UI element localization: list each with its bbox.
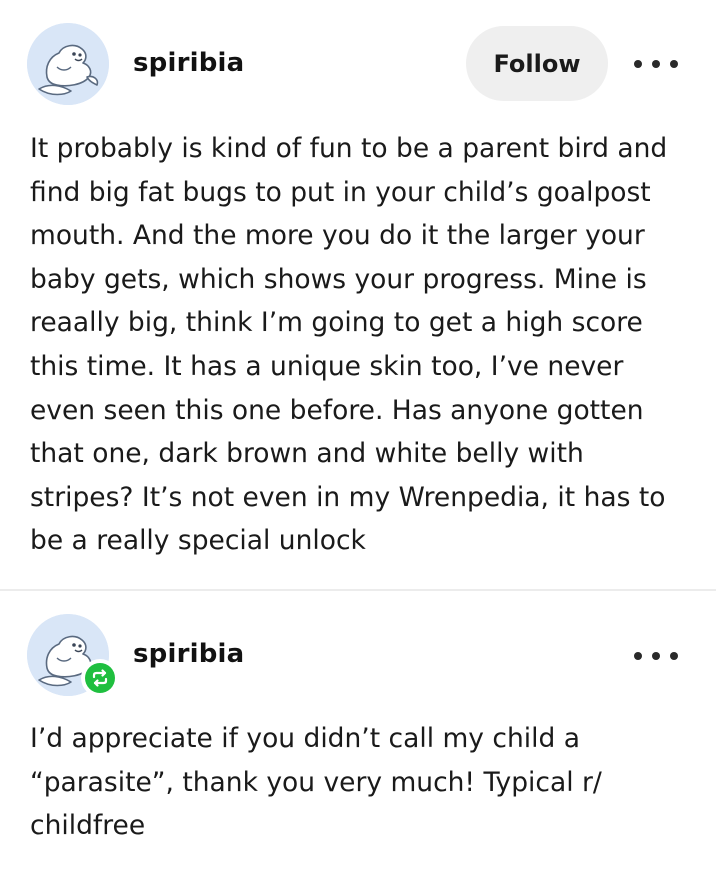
avatar[interactable] bbox=[27, 23, 109, 105]
reblog-icon bbox=[85, 663, 115, 693]
post-body-text: It probably is kind of fun to be a paren… bbox=[30, 133, 668, 557]
username[interactable]: spiribia bbox=[133, 639, 244, 669]
post-reblog: spiribia I’d appreciate if you didn’t ca… bbox=[0, 591, 716, 872]
more-dots-icon[interactable] bbox=[634, 54, 678, 74]
follow-button[interactable]: Follow bbox=[466, 26, 608, 101]
reblog-badge bbox=[81, 659, 119, 697]
post-body-text: I’d appreciate if you didn’t call my chi… bbox=[30, 723, 602, 842]
seal-avatar-icon bbox=[27, 23, 109, 105]
username[interactable]: spiribia bbox=[133, 48, 244, 78]
post-original: spiribia Follow It probably is kind of f… bbox=[0, 0, 716, 590]
more-dots-icon[interactable] bbox=[634, 646, 678, 666]
